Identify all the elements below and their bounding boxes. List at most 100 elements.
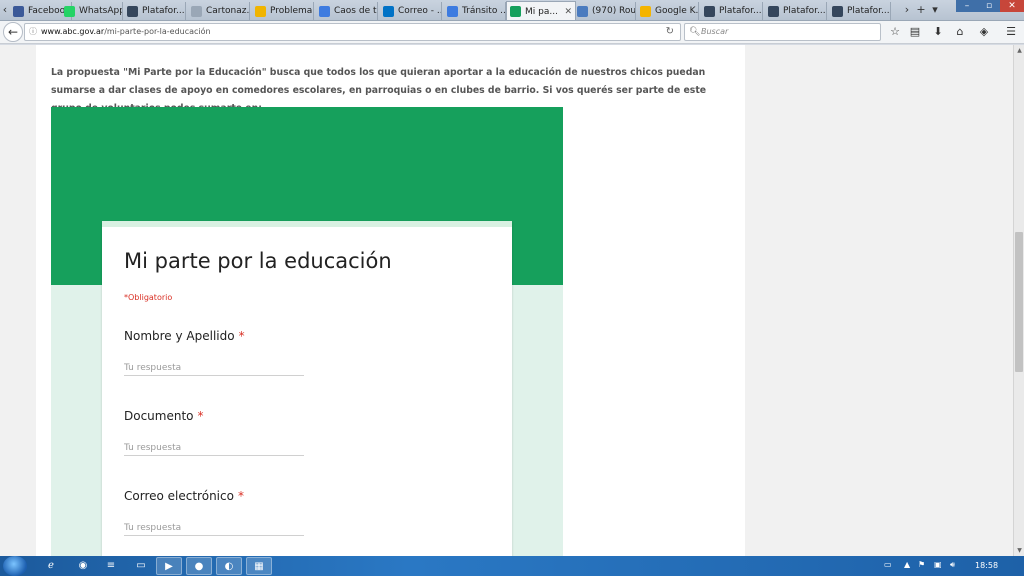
- flag-icon[interactable]: ⚑: [918, 560, 925, 569]
- tab-problema[interactable]: Problema...: [252, 2, 314, 20]
- back-button[interactable]: ←: [3, 22, 23, 42]
- tab-label: Tránsito ...: [462, 6, 506, 16]
- clock[interactable]: 18:58: [975, 561, 998, 570]
- whatsapp-icon: [64, 5, 75, 17]
- page-content: La propuesta "Mi Parte por la Educación"…: [36, 45, 745, 556]
- tumblr-icon: [127, 5, 138, 17]
- tumblr-icon: [768, 5, 779, 17]
- url-path: /mi-parte-por-la-educación: [104, 27, 211, 36]
- tab-list-icon[interactable]: ▾: [930, 2, 940, 18]
- required-star: *: [238, 329, 245, 343]
- tab-label: Platafor...: [719, 6, 762, 16]
- display-icon[interactable]: ▣: [934, 560, 942, 569]
- volume-icon[interactable]: 🔊︎: [950, 560, 955, 570]
- tab-970[interactable]: (970) Rou...: [574, 2, 636, 20]
- scroll-down-icon[interactable]: ▼: [1014, 545, 1024, 556]
- keyboard-icon[interactable]: ▭: [884, 560, 892, 569]
- question-text: Correo electrónico: [124, 489, 234, 503]
- search-placeholder: Buscar: [701, 27, 729, 36]
- nombre-input[interactable]: [124, 360, 304, 376]
- ie-icon[interactable]: ℯ: [38, 557, 64, 575]
- calculator-icon[interactable]: ▦: [246, 557, 272, 575]
- forms-icon: [510, 6, 521, 17]
- form-card: Mi parte por la educación *Obligatorio N…: [102, 221, 512, 556]
- reload-icon[interactable]: ↻: [666, 24, 674, 40]
- start-button[interactable]: [3, 556, 27, 576]
- tab-scroll-right-icon[interactable]: ›: [902, 2, 912, 18]
- tab-label: (970) Rou...: [592, 6, 636, 16]
- scroll-up-icon[interactable]: ▲: [1014, 45, 1024, 56]
- question-label-nombre: Nombre y Apellido *: [124, 329, 245, 343]
- tab-label: Caos de t...: [334, 6, 377, 16]
- tab-label: Problema...: [270, 6, 313, 16]
- facebook-icon: [13, 5, 24, 17]
- question-label-correo: Correo electrónico *: [124, 489, 244, 503]
- tab-scroll-left-icon[interactable]: ‹: [0, 2, 10, 18]
- downloads-icon[interactable]: ⬇: [929, 24, 947, 40]
- tab-google-keep[interactable]: Google K...: [637, 2, 699, 20]
- info-icon[interactable]: ⓘ: [29, 24, 37, 40]
- reading-list-icon[interactable]: ▤: [906, 24, 924, 40]
- tab-cartonaz[interactable]: Cartonaz...: [188, 2, 250, 20]
- bookmark-star-icon[interactable]: ☆: [886, 24, 904, 40]
- form-title: Mi parte por la educación: [124, 249, 392, 273]
- tab-label: Platafor...: [847, 6, 890, 16]
- tab-caos[interactable]: Caos de t...: [316, 2, 378, 20]
- media-player-icon[interactable]: ▶: [156, 557, 182, 575]
- question-text: Documento: [124, 409, 194, 423]
- app-icon[interactable]: ◐: [216, 557, 242, 575]
- tab-label: Correo - ...: [398, 6, 442, 16]
- pocket-icon[interactable]: ◈: [975, 24, 993, 40]
- tab-strip: ‹ Facebook WhatsApp Platafor... Cartonaz…: [0, 0, 1024, 21]
- required-star: *: [237, 489, 244, 503]
- search-bar[interactable]: 🔍︎ Buscar: [684, 23, 881, 41]
- tumblr-icon: [704, 5, 715, 17]
- list-app-icon[interactable]: ≡: [98, 557, 124, 575]
- show-hidden-icons[interactable]: ▲: [904, 560, 910, 569]
- tab-transito[interactable]: Tránsito ...: [444, 2, 506, 20]
- correo-input[interactable]: [124, 520, 304, 536]
- loading-icon: [447, 5, 458, 17]
- taskbar: ℯ ◉ ≡ ▭ ▶ ● ◐ ▦ ▭ ▲ ⚑ ▣ 🔊︎ 18:58: [0, 556, 1024, 576]
- firefox-icon[interactable]: ●: [186, 557, 212, 575]
- folder-icon[interactable]: ▭: [128, 557, 154, 575]
- tab-whatsapp[interactable]: WhatsApp: [61, 2, 123, 20]
- tab-label: Platafor...: [783, 6, 826, 16]
- maximize-icon[interactable]: ▫: [978, 0, 1000, 12]
- minimize-icon[interactable]: –: [956, 0, 978, 12]
- tab-close-icon[interactable]: ✕: [564, 7, 572, 17]
- home-icon[interactable]: ⌂: [951, 24, 969, 40]
- url-host: www.abc.gov.ar: [41, 27, 105, 36]
- loading-icon: [319, 5, 330, 17]
- tab-label: Cartonaz...: [206, 6, 250, 16]
- embedded-form: Mi parte por la educación *Obligatorio N…: [51, 107, 563, 556]
- vertical-scrollbar[interactable]: ▲ ▼: [1013, 45, 1024, 556]
- search-icon: 🔍︎: [689, 27, 701, 37]
- question-label-documento: Documento *: [124, 409, 204, 423]
- tab-label: Google K...: [655, 6, 699, 16]
- keep-icon: [640, 5, 651, 17]
- chrome-icon[interactable]: ◉: [70, 557, 96, 575]
- tab-mi-parte[interactable]: Mi pa... ✕: [506, 1, 576, 20]
- new-tab-icon[interactable]: +: [916, 2, 926, 18]
- page-viewport: La propuesta "Mi Parte por la Educación"…: [0, 45, 1013, 556]
- navigation-bar: ← ⓘ www.abc.gov.ar/mi-parte-por-la-educa…: [0, 21, 1024, 44]
- tab-label: Platafor...: [142, 6, 185, 16]
- scrollbar-thumb[interactable]: [1015, 232, 1023, 372]
- tab-plataforma-2[interactable]: Platafor...: [701, 2, 763, 20]
- tab-plataforma-1[interactable]: Platafor...: [124, 2, 186, 20]
- tab-plataforma-4[interactable]: Platafor...: [829, 2, 891, 20]
- warning-icon: [255, 5, 266, 17]
- url-bar[interactable]: ⓘ www.abc.gov.ar/mi-parte-por-la-educaci…: [24, 23, 681, 41]
- tab-correo[interactable]: Correo - ...: [380, 2, 442, 20]
- menu-icon[interactable]: ☰: [1002, 24, 1020, 40]
- tab-plataforma-3[interactable]: Platafor...: [765, 2, 827, 20]
- documento-input[interactable]: [124, 440, 304, 456]
- close-window-icon[interactable]: ✕: [1000, 0, 1024, 12]
- question-text: Nombre y Apellido: [124, 329, 235, 343]
- required-note: *Obligatorio: [124, 293, 173, 302]
- page-icon: [191, 5, 202, 17]
- outlook-icon: [383, 5, 394, 17]
- tab-label: Mi pa...: [525, 6, 558, 17]
- required-star: *: [197, 409, 204, 423]
